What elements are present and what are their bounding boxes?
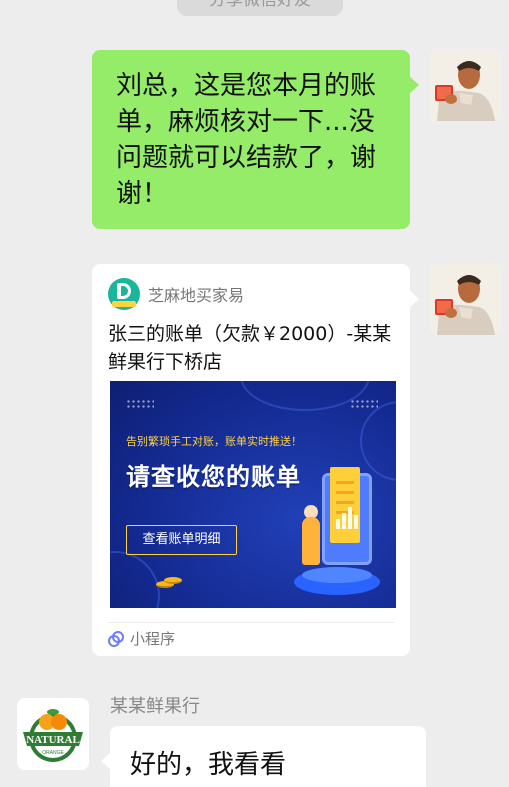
natural-orange-logo-icon: NATURAL ORANGE <box>17 698 89 770</box>
banner-subtitle: 告别繁琐手工对账，账单实时推送！ <box>126 435 302 448</box>
bill-illustration <box>288 465 396 605</box>
app-name: 芝麻地买家易 <box>148 286 245 305</box>
self-avatar[interactable] <box>429 49 501 121</box>
logo-text: NATURAL <box>26 734 80 746</box>
logo-subtext: ORANGE <box>42 750 64 756</box>
banner-headline: 请查收您的账单 <box>126 463 301 491</box>
zhimadi-logo-icon <box>108 278 140 310</box>
incoming-message-text: 好的，我看看 <box>130 750 287 780</box>
bill-banner[interactable]: 告别繁琐手工对账，账单实时推送！ 请查收您的账单 查看账单明细 <box>110 381 396 608</box>
card-header: 芝麻地买家易 <box>108 278 244 310</box>
card-divider <box>108 622 394 623</box>
sender-name: 某某鲜果行 <box>110 696 200 717</box>
card-title: 张三的账单（欠款￥2000）-某某鲜果行下桥店 <box>108 323 392 373</box>
self-avatar[interactable] <box>429 263 501 335</box>
mini-program-label: 小程序 <box>130 630 176 648</box>
card-footer: 小程序 <box>108 628 175 649</box>
system-notice: 分享微信好友 <box>177 0 343 16</box>
poster-avatar-icon <box>429 263 501 335</box>
contact-avatar[interactable]: NATURAL ORANGE <box>17 698 89 770</box>
mini-program-card[interactable]: 芝麻地买家易 张三的账单（欠款￥2000）-某某鲜果行下桥店 告别繁琐手工对账，… <box>92 264 419 656</box>
mini-program-link-icon <box>108 630 124 647</box>
incoming-message-bubble[interactable]: 好的，我看看 <box>101 726 426 787</box>
poster-avatar-icon <box>429 49 501 121</box>
outgoing-message-bubble[interactable]: 刘总，这是您本月的账单，麻烦核对一下...没问题就可以结款了，谢谢！ <box>92 50 419 229</box>
view-bill-details-button[interactable]: 查看账单明细 <box>126 525 237 555</box>
coins-icon <box>156 577 184 589</box>
outgoing-message-text: 刘总，这是您本月的账单，麻烦核对一下...没问题就可以结款了，谢谢！ <box>116 71 377 209</box>
